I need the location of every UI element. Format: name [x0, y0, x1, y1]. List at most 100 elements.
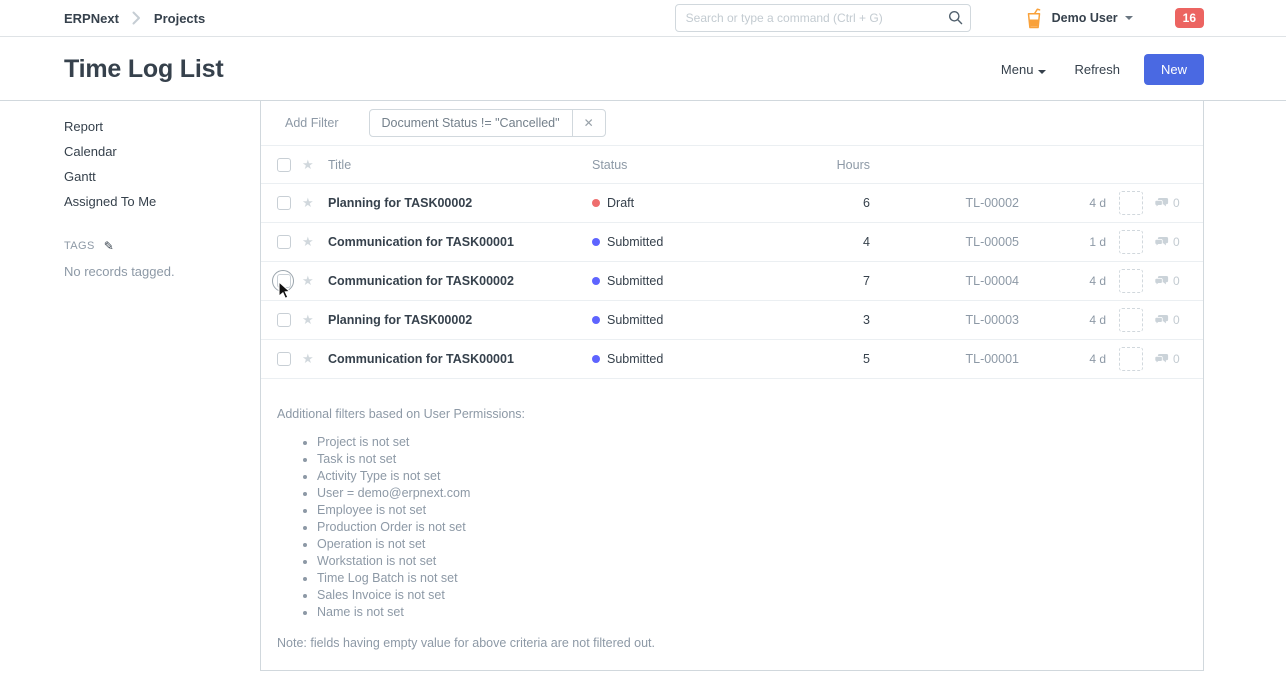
global-search — [675, 4, 971, 32]
search-input[interactable] — [675, 4, 971, 32]
tags-empty-text: No records tagged. — [64, 264, 260, 279]
comment-indicator[interactable]: 0 — [1154, 352, 1186, 366]
status-dot — [592, 277, 600, 285]
comment-indicator[interactable]: 0 — [1154, 313, 1186, 327]
status-dot — [592, 316, 600, 324]
row-checkbox[interactable] — [277, 235, 291, 249]
star-icon[interactable]: ★ — [302, 312, 320, 328]
row-title-link[interactable]: Communication for TASK00001 — [328, 235, 592, 249]
row-docname[interactable]: TL-00002 — [870, 196, 1074, 210]
chevron-down-icon — [1125, 16, 1133, 20]
permission-item: User = demo@erpnext.com — [317, 485, 1179, 502]
select-all-cell — [277, 158, 297, 172]
row-modified: 4 d — [1074, 196, 1106, 210]
assign-placeholder[interactable] — [1119, 308, 1143, 332]
permission-item: Project is not set — [317, 434, 1179, 451]
row-title-link[interactable]: Planning for TASK00002 — [328, 196, 592, 210]
status-dot — [592, 355, 600, 363]
select-all-checkbox[interactable] — [277, 158, 291, 172]
row-title-link[interactable]: Communication for TASK00001 — [328, 352, 592, 366]
tags-header: TAGS ✎ — [64, 239, 260, 253]
comment-indicator[interactable]: 0 — [1154, 235, 1186, 249]
sidebar-item-assigned-to-me[interactable]: Assigned To Me — [64, 189, 260, 214]
add-filter-button[interactable]: Add Filter — [285, 116, 339, 130]
table-row[interactable]: ★ Planning for TASK00002 Submitted 3 TL-… — [261, 301, 1203, 340]
assign-placeholder[interactable] — [1119, 230, 1143, 254]
column-header-hours: Hours — [820, 158, 870, 172]
row-docname[interactable]: TL-00001 — [870, 352, 1074, 366]
filter-chip-label[interactable]: Document Status != "Cancelled" — [370, 110, 572, 136]
permissions-heading: Additional filters based on User Permiss… — [277, 407, 1179, 421]
row-checkbox[interactable] — [277, 313, 291, 327]
search-icon[interactable] — [948, 10, 963, 28]
permission-item: Activity Type is not set — [317, 468, 1179, 485]
notification-badge[interactable]: 16 — [1175, 8, 1204, 28]
row-hours: 5 — [820, 352, 870, 366]
row-title-link[interactable]: Planning for TASK00002 — [328, 313, 592, 327]
row-check-cell — [277, 313, 297, 327]
comment-indicator[interactable]: 0 — [1154, 196, 1186, 210]
row-modified: 4 d — [1074, 352, 1106, 366]
permission-item: Production Order is not set — [317, 519, 1179, 536]
sidebar-item-report[interactable]: Report — [64, 114, 260, 139]
row-hours: 3 — [820, 313, 870, 327]
star-icon[interactable]: ★ — [302, 195, 320, 211]
row-checkbox[interactable] — [277, 274, 291, 288]
assign-placeholder[interactable] — [1119, 191, 1143, 215]
row-check-cell — [277, 352, 297, 366]
brand-erpnext[interactable]: ERPNext — [64, 11, 119, 26]
permission-item: Employee is not set — [317, 502, 1179, 519]
star-icon[interactable]: ★ — [302, 273, 320, 289]
navbar: ERPNext Projects Demo User 16 — [0, 0, 1286, 37]
permissions-footnote: Note: fields having empty value for abov… — [277, 636, 1179, 650]
row-modified: 4 d — [1074, 313, 1106, 327]
new-button[interactable]: New — [1144, 54, 1204, 85]
remove-filter-icon[interactable]: ✕ — [572, 110, 605, 136]
comment-count: 0 — [1173, 196, 1180, 210]
row-checkbox[interactable] — [277, 196, 291, 210]
status-label: Submitted — [607, 313, 663, 327]
assign-placeholder[interactable] — [1119, 269, 1143, 293]
sidebar-item-calendar[interactable]: Calendar — [64, 139, 260, 164]
table-row[interactable]: ★ Planning for TASK00002 Draft 6 TL-0000… — [261, 184, 1203, 223]
assign-placeholder[interactable] — [1119, 347, 1143, 371]
star-icon[interactable]: ★ — [302, 234, 320, 250]
row-modified: 1 d — [1074, 235, 1106, 249]
comment-icon — [1154, 197, 1169, 209]
comment-icon — [1154, 353, 1169, 365]
table-row[interactable]: ★ Communication for TASK00001 Submitted … — [261, 340, 1203, 379]
comment-indicator[interactable]: 0 — [1154, 274, 1186, 288]
comment-icon — [1154, 275, 1169, 287]
permission-item: Workstation is not set — [317, 553, 1179, 570]
status-label: Submitted — [607, 352, 663, 366]
list-container: Add Filter Document Status != "Cancelled… — [260, 101, 1204, 671]
breadcrumb-projects[interactable]: Projects — [154, 11, 205, 26]
comment-count: 0 — [1173, 274, 1180, 288]
row-docname[interactable]: TL-00003 — [870, 313, 1074, 327]
refresh-button[interactable]: Refresh — [1074, 62, 1120, 77]
table-row[interactable]: ★ Communication for TASK00001 Submitted … — [261, 223, 1203, 262]
sidebar-item-gantt[interactable]: Gantt — [64, 164, 260, 189]
menu-button[interactable]: Menu — [1001, 62, 1047, 77]
edit-tags-pencil-icon[interactable]: ✎ — [104, 239, 114, 253]
user-avatar-drink-icon — [1025, 8, 1043, 29]
status-label: Submitted — [607, 235, 663, 249]
permission-item: Time Log Batch is not set — [317, 570, 1179, 587]
row-docname[interactable]: TL-00004 — [870, 274, 1074, 288]
permission-item: Task is not set — [317, 451, 1179, 468]
star-icon[interactable]: ★ — [302, 351, 320, 367]
filter-area: Add Filter Document Status != "Cancelled… — [261, 101, 1203, 146]
menu-caret-icon — [1038, 70, 1046, 74]
row-status: Submitted — [592, 235, 820, 249]
row-docname[interactable]: TL-00005 — [870, 235, 1074, 249]
row-title-link[interactable]: Communication for TASK00002 — [328, 274, 592, 288]
row-checkbox[interactable] — [277, 352, 291, 366]
page-title: Time Log List — [64, 55, 1001, 84]
row-status: Submitted — [592, 274, 820, 288]
table-row[interactable]: ★ Communication for TASK00002 Submitted … — [261, 262, 1203, 301]
column-header-status: Status — [592, 158, 820, 172]
comment-icon — [1154, 236, 1169, 248]
user-menu[interactable]: Demo User — [1025, 8, 1133, 29]
star-icon: ★ — [302, 157, 320, 173]
row-check-cell — [277, 196, 297, 210]
